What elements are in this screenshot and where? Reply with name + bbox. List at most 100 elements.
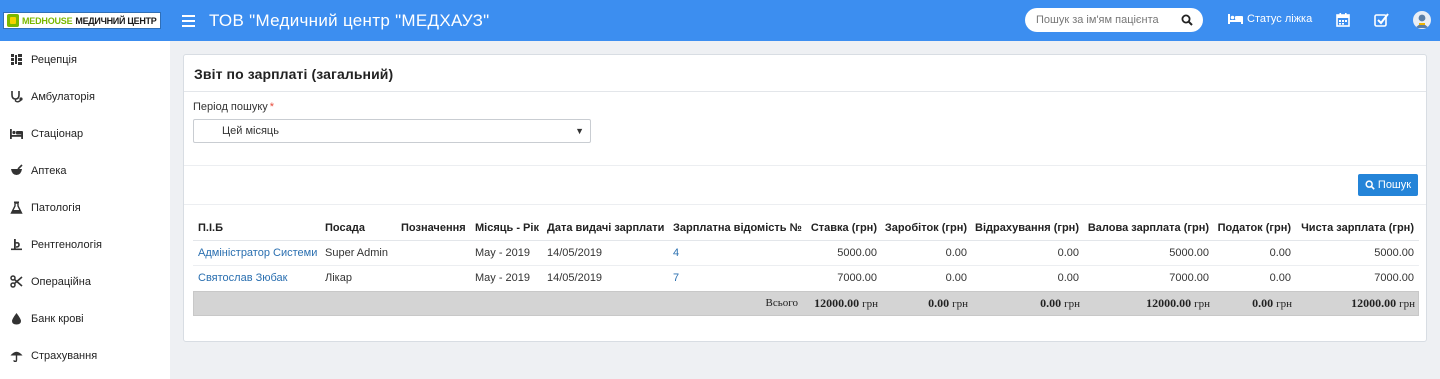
sidebar-item-insurance[interactable]: Страхування (0, 337, 170, 374)
total-earnings-value: 0.00 (928, 296, 950, 310)
col-header-gross[interactable]: Валова зарплата (грн) (1079, 215, 1209, 240)
logo-subtitle: МЕДИЧНИЙ ЦЕНТР (75, 15, 157, 26)
col-header-month-year[interactable]: Місяць - Рік (475, 215, 539, 240)
bed-icon (10, 129, 23, 139)
drop-icon (12, 313, 21, 325)
period-label-text: Період пошуку (193, 101, 268, 113)
page-title: Звіт по зарплаті (загальний) (194, 66, 394, 82)
tax-cell: 0.00 (1269, 247, 1291, 259)
table-header: П.І.Б Посада Позначення Місяць - Рік Дат… (193, 215, 1419, 241)
period-label: Період пошуку * (193, 101, 274, 113)
sidebar-item-label: Рентгенологія (31, 238, 102, 251)
sheet-no-link[interactable]: 7 (673, 266, 679, 291)
xray-icon (11, 239, 22, 251)
total-deductions: 0.00 грн (968, 292, 1080, 317)
umbrella-icon (10, 351, 23, 362)
calendar-icon[interactable] (1335, 12, 1351, 28)
sidebar-item-operating[interactable]: Операційна (0, 263, 170, 300)
menu-icon[interactable] (182, 12, 195, 28)
sidebar-item-blood-bank[interactable]: Банк крові (0, 300, 170, 337)
earnings-cell: 0.00 (945, 272, 967, 284)
total-rate: 12000.00 грн (798, 292, 878, 317)
total-rate-value: 12000.00 (814, 296, 860, 310)
sidebar-item-reception[interactable]: Рецепція (0, 41, 170, 78)
sidebar-item-pharmacy[interactable]: Аптека (0, 152, 170, 189)
period-select[interactable]: Цей місяць ▼ (193, 119, 591, 143)
app-logo[interactable]: MEDHOUSE МЕДИЧНИЙ ЦЕНТР (3, 12, 161, 29)
col-header-tax[interactable]: Податок (грн) (1209, 215, 1291, 240)
total-net: 12000.00 грн (1292, 292, 1415, 317)
top-navbar: MEDHOUSE МЕДИЧНИЙ ЦЕНТР ТОВ "Медичний це… (0, 0, 1440, 41)
divider (184, 91, 1426, 92)
sidebar-item-inpatient[interactable]: Стаціонар (0, 115, 170, 152)
total-earnings: 0.00 грн (878, 292, 968, 317)
col-header-name[interactable]: П.І.Б (198, 215, 223, 240)
deductions-cell: 0.00 (1057, 247, 1079, 259)
col-header-deductions[interactable]: Відрахування (грн) (967, 215, 1079, 240)
search-icon[interactable] (1181, 14, 1193, 26)
pay-date-cell: 14/05/2019 (547, 247, 603, 259)
sheet-no-link[interactable]: 4 (673, 241, 679, 266)
user-avatar[interactable] (1413, 11, 1431, 29)
avatar-icon (1415, 14, 1429, 28)
col-header-rate[interactable]: Ставка (грн) (797, 215, 877, 240)
sidebar-item-label: Операційна (31, 275, 91, 288)
employee-link[interactable]: Адміністратор Системи (198, 241, 317, 266)
gross-cell: 7000.00 (1169, 272, 1209, 284)
currency-label: грн (1399, 298, 1415, 310)
total-gross-value: 12000.00 (1146, 296, 1192, 310)
sidebar-item-label: Амбулаторія (31, 90, 95, 103)
stethoscope-icon (11, 91, 23, 103)
bed-status-label: Статус ліжка (1247, 13, 1313, 25)
bed-status-link[interactable]: Статус ліжка (1228, 13, 1312, 25)
search-button-label: Пошук (1377, 179, 1412, 191)
currency-label: грн (952, 298, 968, 310)
logo-mark-icon (7, 14, 19, 27)
col-header-position[interactable]: Посада (325, 215, 365, 240)
salary-report-panel: Звіт по зарплаті (загальний) Період пошу… (183, 54, 1427, 342)
total-tax: 0.00 грн (1210, 292, 1292, 317)
search-icon (1365, 180, 1375, 190)
divider (184, 204, 1426, 205)
patient-search-input[interactable] (1036, 14, 1176, 26)
sidebar-item-pathology[interactable]: Патологія (0, 189, 170, 226)
month-year-cell: May - 2019 (475, 247, 531, 259)
col-header-sheet-no[interactable]: Зарплатна відомість № (673, 215, 802, 240)
currency-label: грн (1276, 298, 1292, 310)
pay-date-cell: 14/05/2019 (547, 272, 603, 284)
col-header-pay-date[interactable]: Дата видачі зарплати (547, 215, 664, 240)
sidebar-item-outpatient[interactable]: Амбулаторія (0, 78, 170, 115)
sidebar-item-radiology[interactable]: Рентгенологія (0, 226, 170, 263)
totals-label: Всього (765, 297, 798, 309)
currency-label: грн (862, 298, 878, 310)
col-header-earnings[interactable]: Заробіток (грн) (877, 215, 967, 240)
sidebar-item-label: Стаціонар (31, 127, 84, 140)
tax-cell: 0.00 (1269, 272, 1291, 284)
bed-icon (1228, 14, 1243, 24)
period-select-value: Цей місяць (222, 125, 279, 137)
sidebar-item-label: Страхування (31, 349, 98, 362)
employee-link[interactable]: Святослав Зюбак (198, 266, 287, 291)
divider (184, 165, 1426, 166)
total-tax-value: 0.00 (1252, 296, 1274, 310)
sidebar-item-label: Аптека (31, 164, 67, 177)
col-header-designation[interactable]: Позначення (401, 215, 466, 240)
checkbox-icon[interactable] (1373, 12, 1389, 28)
table-row: Святослав Зюбак Лікар May - 2019 14/05/2… (193, 266, 1419, 291)
totals-row: Всього 12000.00 грн 0.00 грн 0.00 грн 12… (193, 291, 1419, 316)
sidebar-item-label: Патологія (31, 201, 81, 214)
scissors-icon (10, 275, 23, 288)
rate-cell: 5000.00 (837, 247, 877, 259)
sidebar: Рецепція Амбулаторія Стаціонар Аптека Па… (0, 41, 170, 379)
total-deductions-value: 0.00 (1040, 296, 1062, 310)
position-cell: Super Admin (325, 247, 388, 259)
flask-icon (10, 201, 23, 214)
patient-search[interactable] (1025, 8, 1203, 32)
sidebar-item-label: Рецепція (31, 53, 77, 66)
mortar-icon (11, 164, 23, 175)
col-header-net[interactable]: Чиста зарплата (грн) (1291, 215, 1414, 240)
search-button[interactable]: Пошук (1358, 174, 1418, 196)
earnings-cell: 0.00 (945, 247, 967, 259)
rate-cell: 7000.00 (837, 272, 877, 284)
app-title: ТОВ "Медичний центр "МЕДХАУЗ" (209, 11, 490, 30)
